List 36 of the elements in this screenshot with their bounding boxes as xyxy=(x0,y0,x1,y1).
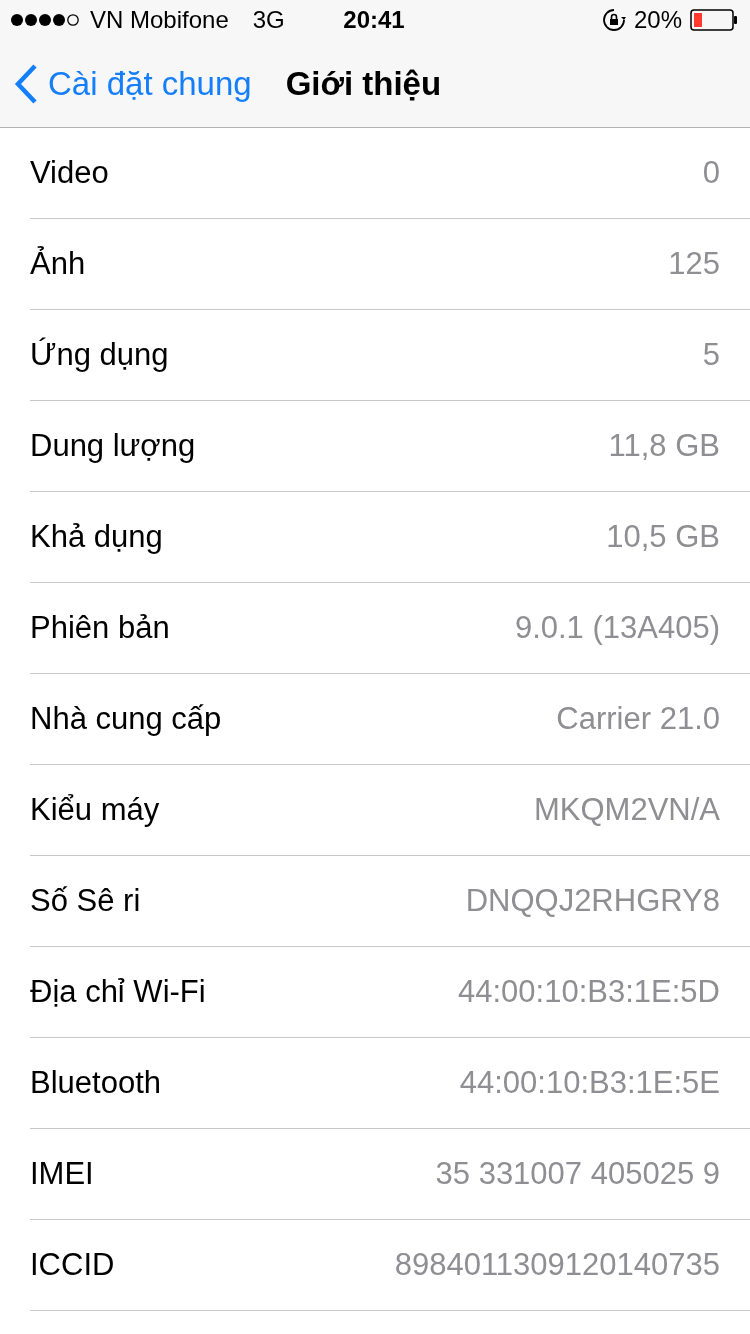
row-label: Địa chỉ Wi-Fi xyxy=(30,974,206,1010)
row-label: Khả dụng xyxy=(30,519,163,555)
row-value: 44:00:10:B3:1E:5D xyxy=(458,974,720,1010)
row-label: Phiên bản xyxy=(30,610,170,646)
row-label: Bluetooth xyxy=(30,1065,161,1101)
carrier-name: VN Mobifone xyxy=(90,6,229,34)
rotation-lock-icon xyxy=(601,8,626,32)
chevron-left-icon xyxy=(14,63,38,104)
row-value: 125 xyxy=(668,246,720,282)
row-value: MKQM2VN/A xyxy=(533,792,720,828)
row-label: Nhà cung cấp xyxy=(30,701,222,737)
back-button[interactable]: Cài đặt chung xyxy=(14,63,252,104)
row-value: DNQQJ2RHGRY8 xyxy=(465,883,720,919)
row-label: Ảnh xyxy=(30,246,86,282)
network-type: 3G xyxy=(252,6,285,34)
signal-icon xyxy=(10,13,82,27)
row-value: 0 xyxy=(702,155,720,191)
row-label: Dung lượng xyxy=(30,428,196,464)
row-value: 44:00:10:B3:1E:5E xyxy=(459,1065,720,1101)
row-value: 9.0.1 (13A405) xyxy=(514,610,720,646)
page-title: Giới thiệu xyxy=(285,64,442,103)
row-value: 11,8 GB xyxy=(608,428,720,464)
row-value: Carrier 21.0 xyxy=(556,701,720,737)
row-value: 10,5 GB xyxy=(606,519,720,555)
row-value: 35 331007 405025 9 xyxy=(435,1156,720,1192)
row-value: 8984011309120140735 xyxy=(394,1247,720,1283)
row-label: IMEI xyxy=(30,1156,94,1192)
row-value: 5 xyxy=(702,337,720,373)
row-label: ICCID xyxy=(30,1247,115,1283)
battery-icon xyxy=(690,9,738,31)
status-time: 20:41 xyxy=(343,6,405,34)
row-label: Ứng dụng xyxy=(30,337,169,373)
row-label: Video xyxy=(30,155,109,191)
row-label: Kiểu máy xyxy=(30,792,160,828)
row-label: Số Sê ri xyxy=(30,883,141,919)
battery-percent: 20% xyxy=(633,6,682,34)
